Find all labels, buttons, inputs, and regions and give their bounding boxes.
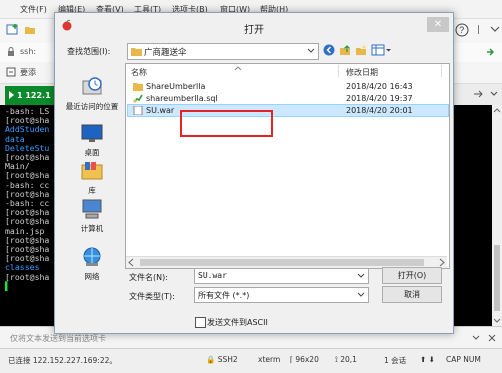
toolbar-overflow-icon[interactable] xyxy=(489,23,501,37)
sidebar-item-recent-places[interactable]: 最近访问的位置 xyxy=(61,75,123,112)
sidebar-item-desktop[interactable]: 桌面 xyxy=(61,121,123,158)
sidebar-item-label: 桌面 xyxy=(84,148,100,157)
status-term: xterm xyxy=(258,355,281,364)
highlight-annotation xyxy=(180,110,273,137)
up-folder-icon[interactable] xyxy=(339,44,351,56)
tab-session-1[interactable]: 1 122.1 xyxy=(5,86,57,105)
libraries-icon xyxy=(80,159,104,183)
close-icon[interactable]: ✕ xyxy=(427,17,449,32)
status-sessions: 1 会话 xyxy=(384,356,407,365)
sidebar-item-label: 库 xyxy=(88,186,96,195)
look-in-value: 广商趣送伞 xyxy=(144,48,187,58)
look-in-combobox[interactable]: 广商趣送伞 xyxy=(127,43,319,60)
toolbar-separator-icon: | xyxy=(477,25,481,35)
status-size: ⌈ 96x20 xyxy=(290,355,319,364)
file-name: ShareUmberlla xyxy=(146,82,206,91)
filetype-select[interactable]: 所有文件 (*.*) xyxy=(194,287,369,303)
column-header-name[interactable]: 名称 xyxy=(131,67,147,78)
back-icon[interactable] xyxy=(323,44,335,56)
chevron-down-icon[interactable] xyxy=(356,272,366,280)
status-cursor: ⟟ 20,1 xyxy=(335,355,357,364)
address-forward-icon[interactable] xyxy=(484,46,496,58)
terminal-line: ▌ xyxy=(5,280,10,291)
ascii-checkbox[interactable] xyxy=(195,317,206,328)
send-bar-input[interactable]: 仅将文本发送到当前选项卡 xyxy=(10,333,106,344)
status-protocol: 🔒 SSH2 xyxy=(206,355,238,364)
svg-text:?: ? xyxy=(459,25,464,35)
file-name: SU.war xyxy=(146,106,175,115)
sidebar-item-computer[interactable]: 计算机 xyxy=(61,197,123,234)
sidebar-item-libraries[interactable]: 库 xyxy=(61,159,123,196)
status-keys: CAP NUM xyxy=(446,355,481,364)
places-sidebar: 最近访问的位置 桌面库计算机网络 xyxy=(61,63,123,281)
tabs-arrow-icon[interactable] xyxy=(472,89,484,99)
status-session-arrows-icon[interactable]: ⬆ ⬇ xyxy=(420,355,435,364)
sidebar-item-network[interactable]: 网络 xyxy=(61,245,123,282)
ascii-checkbox-label[interactable]: 发送文件到ASCII xyxy=(207,317,268,328)
file-row[interactable]: SU.war 2018/4/20 20:01 xyxy=(127,104,449,117)
terminal-scrollbar[interactable] xyxy=(492,105,502,326)
column-header-date[interactable]: 修改日期 xyxy=(346,67,378,78)
connected-indicator-icon xyxy=(9,91,14,99)
filename-field[interactable]: SU.war xyxy=(194,268,369,284)
sidebar-item-label: 最近访问的位置 xyxy=(65,102,119,111)
filetype-label: 文件类型(T): xyxy=(129,292,175,301)
send-bar-close-icon[interactable] xyxy=(486,332,498,344)
desktop-icon xyxy=(80,121,104,145)
column-divider[interactable] xyxy=(338,65,339,77)
file-date: 2018/4/20 16:43 xyxy=(346,82,413,91)
filetype-value: 所有文件 (*.*) xyxy=(198,291,250,300)
tab-session-label: 1 122.1 xyxy=(17,91,51,100)
look-in-label: 查找范围(I): xyxy=(67,47,111,56)
column-divider[interactable] xyxy=(441,65,442,77)
dialog-title: 打开 xyxy=(244,25,264,36)
help-icon[interactable]: ? xyxy=(455,23,469,37)
cancel-button[interactable]: 取消 xyxy=(382,286,442,303)
sidebar-item-label: 计算机 xyxy=(80,224,104,233)
network-icon xyxy=(80,245,104,269)
quick-connect-icon[interactable] xyxy=(6,67,16,77)
open-file-dialog: 打开 ✕ 查找范围(I): 广商趣送伞 最近访问的位置 桌面库计算机网络 名称 修… xyxy=(54,12,454,334)
lock-icon xyxy=(6,47,16,57)
file-icon xyxy=(133,105,143,116)
filename-value: SU.war xyxy=(198,271,227,280)
folder-icon xyxy=(133,82,143,91)
sidebar-item-label: 网络 xyxy=(84,272,100,281)
tabs-dropdown-icon[interactable] xyxy=(488,89,500,99)
terminal-line: [root@sha xyxy=(5,271,50,282)
file-date: 2018/4/20 19:37 xyxy=(346,94,413,103)
new-folder-icon[interactable] xyxy=(355,44,367,56)
file-row[interactable]: ShareUmberlla 2018/4/20 16:43 xyxy=(128,81,448,92)
recent-places-icon xyxy=(80,75,104,99)
computer-icon xyxy=(80,197,104,221)
new-connection-icon[interactable] xyxy=(6,23,20,37)
folder-icon xyxy=(131,46,142,56)
status-connection: 已连接 122.152.227.169:22。 xyxy=(8,356,117,365)
open-button[interactable]: 打开(O) xyxy=(382,267,442,284)
file-list[interactable]: 名称 修改日期 ShareUmberlla 2018/4/20 16:43 shar… xyxy=(125,63,450,269)
dialog-title-bar: 打开 ✕ xyxy=(55,13,453,43)
file-date: 2018/4/20 20:01 xyxy=(346,106,413,115)
view-menu-icon[interactable] xyxy=(371,43,393,57)
file-name: shareumberlla.sql xyxy=(146,94,218,103)
address-text[interactable]: ssh: xyxy=(20,47,36,56)
sql-file-icon xyxy=(133,94,143,103)
chevron-down-icon xyxy=(306,47,316,55)
filename-label: 文件名(N): xyxy=(129,273,168,282)
file-row[interactable]: shareumberlla.sql 2018/4/20 19:37 xyxy=(128,93,448,104)
send-bar-dropdown-icon[interactable] xyxy=(470,332,482,344)
sort-up-icon xyxy=(234,64,242,71)
quick-connect-label: 要添 xyxy=(20,68,36,77)
folder-icon[interactable] xyxy=(24,24,36,36)
chevron-down-icon[interactable] xyxy=(356,291,366,299)
menu-file[interactable]: 文件(F) xyxy=(20,4,47,15)
